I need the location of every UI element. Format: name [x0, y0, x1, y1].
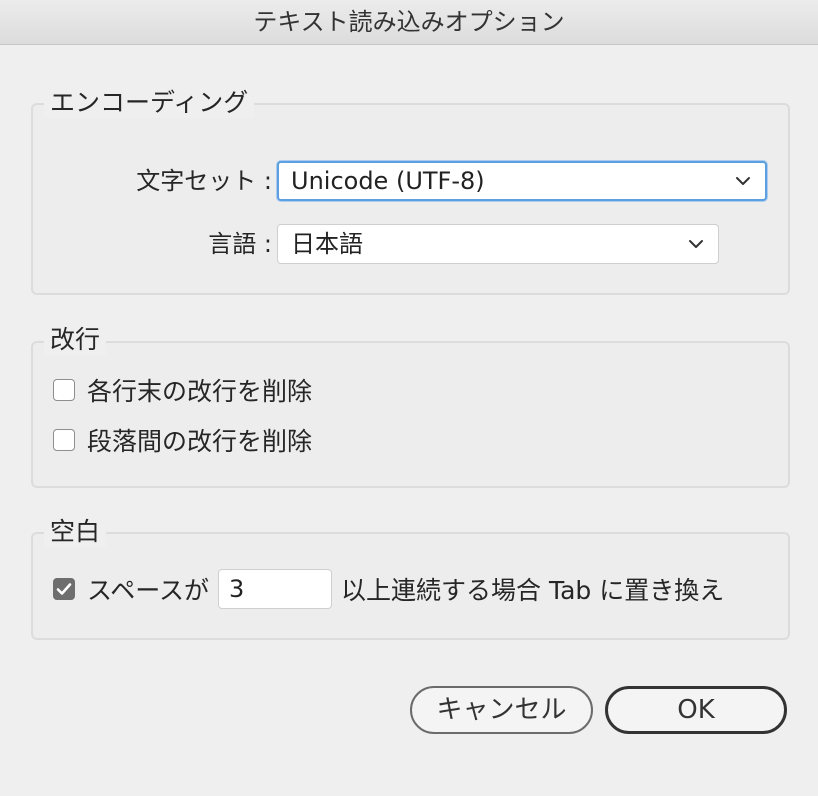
language-select[interactable]: 日本語	[277, 224, 719, 264]
chevron-down-icon	[733, 163, 753, 199]
remove-line-end-checkbox[interactable]	[53, 379, 75, 401]
charset-label: 文字セット :	[136, 167, 272, 195]
space-count-input[interactable]: 3	[218, 569, 332, 609]
remove-paragraph-breaks-label: 段落間の改行を削除	[87, 427, 313, 456]
remove-paragraph-breaks-checkbox[interactable]	[53, 429, 75, 451]
replace-spaces-checkbox[interactable]	[53, 578, 75, 600]
encoding-legend: エンコーディング	[44, 88, 255, 118]
replace-spaces-suffix: 以上連続する場合 Tab に置き換え	[341, 576, 725, 605]
language-label: 言語 :	[208, 230, 272, 258]
remove-line-end-option[interactable]: 各行末の改行を削除	[53, 374, 312, 406]
spaces-legend: 空白	[44, 517, 107, 547]
remove-line-end-label: 各行末の改行を削除	[87, 377, 313, 406]
cancel-button[interactable]: キャンセル	[410, 686, 593, 734]
charset-value: Unicode (UTF-8)	[291, 167, 485, 195]
dialog-title: テキスト読み込みオプション	[0, 0, 818, 45]
replace-spaces-prefix: スペースが	[87, 576, 210, 605]
charset-select[interactable]: Unicode (UTF-8)	[277, 161, 767, 201]
chevron-down-icon	[686, 225, 706, 263]
remove-paragraph-breaks-option[interactable]: 段落間の改行を削除	[53, 424, 312, 456]
dialog-window: テキスト読み込みオプション エンコーディング 文字セット : Unicode (…	[0, 0, 818, 796]
language-value: 日本語	[291, 230, 363, 258]
line-breaks-legend: 改行	[44, 325, 107, 355]
replace-spaces-option[interactable]: スペースが	[53, 573, 209, 605]
ok-button[interactable]: OK	[605, 686, 787, 734]
line-breaks-group	[31, 341, 790, 488]
checkmark-icon	[56, 583, 72, 595]
